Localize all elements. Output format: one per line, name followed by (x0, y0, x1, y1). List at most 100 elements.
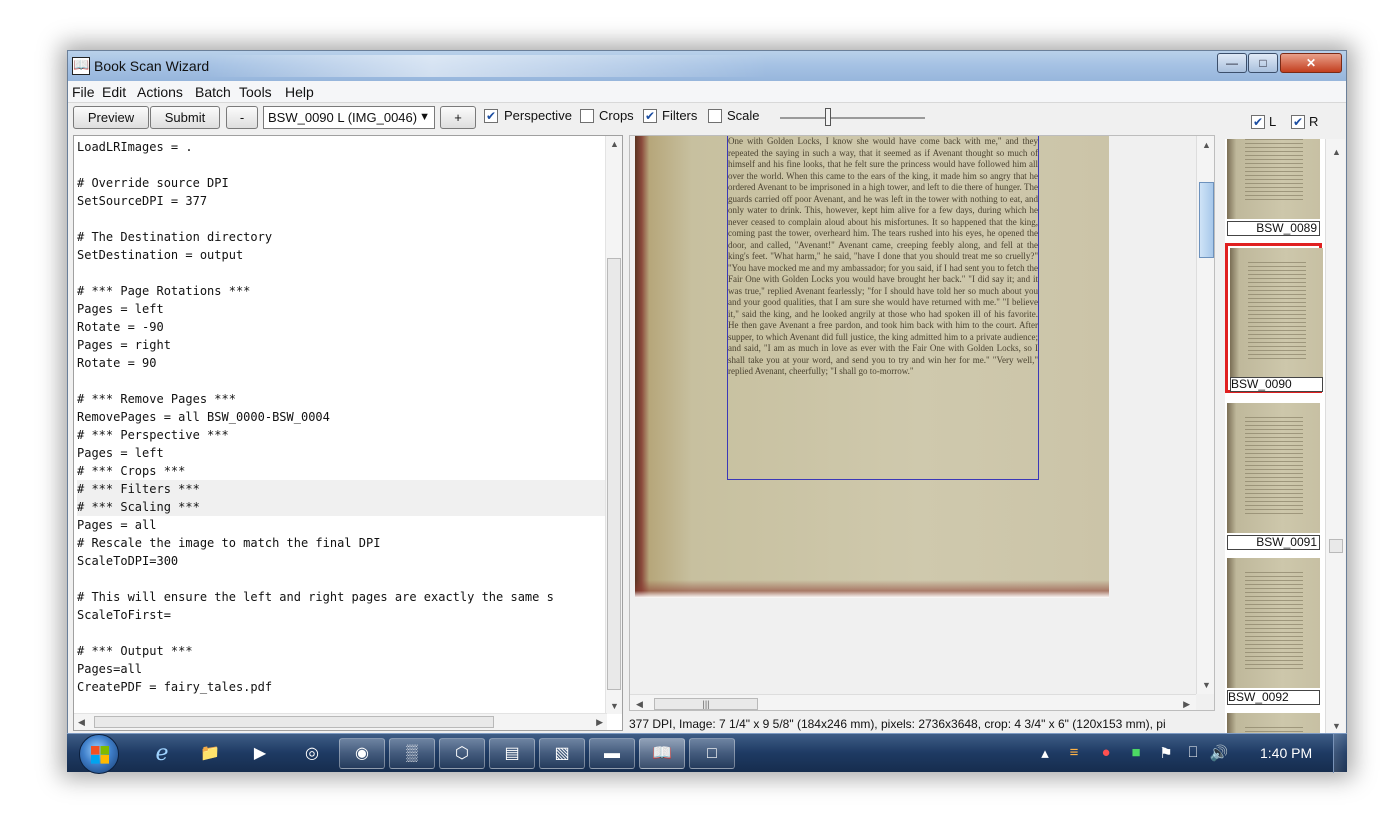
show-desktop-button[interactable] (1333, 734, 1347, 773)
left-page-checkbox[interactable]: ✔ (1251, 115, 1265, 129)
menu-edit[interactable]: Edit (102, 84, 126, 100)
script-line[interactable] (77, 264, 617, 282)
script-line[interactable]: # *** Output *** (77, 642, 617, 660)
menu-actions[interactable]: Actions (137, 84, 183, 100)
next-page-button[interactable]: + (440, 106, 476, 129)
script-line[interactable]: Pages = left (77, 300, 617, 318)
scroll-up-icon[interactable]: ▲ (610, 139, 619, 149)
scroll-up-icon[interactable]: ▲ (1202, 140, 1211, 150)
script-vertical-scrollbar[interactable]: ▲ ▼ (605, 136, 622, 714)
script-line[interactable] (77, 624, 617, 642)
script-line[interactable] (77, 372, 617, 390)
network-icon[interactable]: ⎕ (1183, 744, 1203, 761)
thumbnail-item-selected[interactable]: BSW_0090 (1225, 243, 1323, 393)
scroll-left-icon[interactable]: ◀ (78, 717, 85, 728)
thumbnail-item[interactable]: BSW_0092 (1225, 556, 1322, 706)
scroll-down-icon[interactable]: ▼ (1332, 721, 1341, 731)
thumbnail-item[interactable]: BSW_0089 (1225, 139, 1322, 237)
wifi-icon[interactable]: ≡ (1064, 744, 1084, 761)
script-line[interactable]: # *** Remove Pages *** (77, 390, 617, 408)
network-window-icon[interactable]: ▒ (389, 738, 435, 769)
script-line[interactable]: Pages = left (77, 444, 617, 462)
chevron-down-icon[interactable]: ▼ (419, 107, 430, 128)
media-player-icon[interactable]: ▶ (237, 738, 283, 769)
script-line[interactable]: # *** Page Rotations *** (77, 282, 617, 300)
previous-page-button[interactable]: - (226, 106, 258, 129)
script-line[interactable]: # The Destination directory (77, 228, 617, 246)
script-line[interactable]: LoadLRImages = . (77, 138, 617, 156)
volume-icon[interactable]: 🔊 (1209, 744, 1229, 762)
monitor-icon[interactable]: ■ (1126, 744, 1146, 761)
action-center-flag-icon[interactable]: ⚑ (1156, 744, 1176, 762)
script-line[interactable]: # Override source DPI (77, 174, 617, 192)
image-vertical-scroll-thumb[interactable] (1199, 182, 1214, 258)
zoom-slider-thumb[interactable] (825, 108, 831, 126)
script-horizontal-scrollbar[interactable]: ◀ ▶ (74, 713, 607, 730)
script-line[interactable]: ScaleToFirst= (77, 606, 617, 624)
window-task-icon[interactable]: □ (689, 738, 735, 769)
right-page-checkbox[interactable]: ✔ (1291, 115, 1305, 129)
script-line[interactable]: # *** Filters *** (77, 480, 617, 498)
script-line[interactable]: ScaleToDPI=300 (77, 552, 617, 570)
script-editor[interactable]: LoadLRImages = . # Override source DPI Set… (73, 135, 623, 731)
show-hidden-icons-icon[interactable]: ▴ (1035, 744, 1055, 762)
clock[interactable]: 1:40 PM (1260, 745, 1312, 761)
zoom-slider-track[interactable] (780, 117, 925, 119)
thumbnail-scroll-thumb[interactable] (1329, 539, 1343, 553)
menu-help[interactable]: Help (285, 84, 314, 100)
image-horizontal-scrollbar[interactable]: ◀ ||| ▶ (630, 694, 1196, 710)
page-select[interactable]: BSW_0090 L (IMG_0046) ▼ (263, 106, 435, 129)
image-viewer-icon[interactable]: ▧ (539, 738, 585, 769)
script-line[interactable]: # Rescale the image to match the final D… (77, 534, 617, 552)
book-scan-wizard-icon[interactable]: 📖 (639, 738, 685, 769)
virtualbox-icon[interactable]: ⬡ (439, 738, 485, 769)
script-text[interactable]: LoadLRImages = . # Override source DPI Set… (77, 138, 617, 696)
thumbnail-scrollbar[interactable]: ▲ ▼ (1325, 139, 1345, 737)
script-line[interactable]: Rotate = 90 (77, 354, 617, 372)
menu-tools[interactable]: Tools (239, 84, 272, 100)
image-preview-panel[interactable]: One with Golden Locks, I know she would … (629, 135, 1215, 711)
notepad-icon[interactable]: ▤ (489, 738, 535, 769)
script-horizontal-scroll-thumb[interactable] (94, 716, 494, 728)
firefox-icon[interactable]: ◉ (339, 738, 385, 769)
thumbnail-item[interactable]: BSW_0091 (1225, 401, 1322, 551)
script-line[interactable]: RemovePages = all BSW_0000-BSW_0004 (77, 408, 617, 426)
title-bar[interactable]: 📖 Book Scan Wizard — □ ✕ (68, 51, 1346, 81)
scroll-up-icon[interactable]: ▲ (1332, 147, 1341, 157)
perspective-checkbox[interactable]: ✔ (484, 109, 498, 123)
script-line[interactable] (77, 156, 617, 174)
folder-icon[interactable]: 📁 (187, 738, 233, 769)
script-line[interactable]: SetDestination = output (77, 246, 617, 264)
script-line[interactable]: Rotate = -90 (77, 318, 617, 336)
script-line[interactable]: # *** Perspective *** (77, 426, 617, 444)
script-line[interactable]: # This will ensure the left and right pa… (77, 588, 617, 606)
script-line[interactable]: CreatePDF = fairy_tales.pdf (77, 678, 617, 696)
thumbnail-strip[interactable]: BSW_0089 BSW_0090 BSW_0091 BSW_0092 (1225, 139, 1325, 737)
submit-button[interactable]: Submit (150, 106, 220, 129)
antivirus-icon[interactable]: ● (1096, 744, 1116, 761)
console-icon[interactable]: ▬ (589, 738, 635, 769)
scale-checkbox[interactable] (708, 109, 722, 123)
minimize-button[interactable]: — (1217, 53, 1247, 73)
close-button[interactable]: ✕ (1280, 53, 1342, 73)
filters-checkbox[interactable]: ✔ (643, 109, 657, 123)
maximize-button[interactable]: □ (1248, 53, 1278, 73)
scroll-down-icon[interactable]: ▼ (1202, 680, 1211, 690)
chrome-icon[interactable]: ◎ (289, 738, 335, 769)
ie-icon[interactable]: e (139, 738, 185, 769)
preview-button[interactable]: Preview (73, 106, 149, 129)
script-line[interactable]: # *** Crops *** (77, 462, 617, 480)
script-line[interactable]: # *** Scaling *** (77, 498, 617, 516)
start-button[interactable] (79, 734, 119, 774)
menu-file[interactable]: File (72, 84, 95, 100)
script-line[interactable]: Pages = right (77, 336, 617, 354)
scroll-down-icon[interactable]: ▼ (610, 701, 619, 711)
image-vertical-scrollbar[interactable]: ▲ ▼ (1196, 136, 1214, 694)
script-line[interactable]: Pages = all (77, 516, 617, 534)
menu-batch[interactable]: Batch (195, 84, 231, 100)
script-line[interactable] (77, 570, 617, 588)
scroll-right-icon[interactable]: ▶ (1183, 699, 1190, 710)
scroll-left-icon[interactable]: ◀ (636, 699, 643, 710)
crop-rectangle[interactable] (727, 136, 1039, 480)
script-line[interactable] (77, 210, 617, 228)
